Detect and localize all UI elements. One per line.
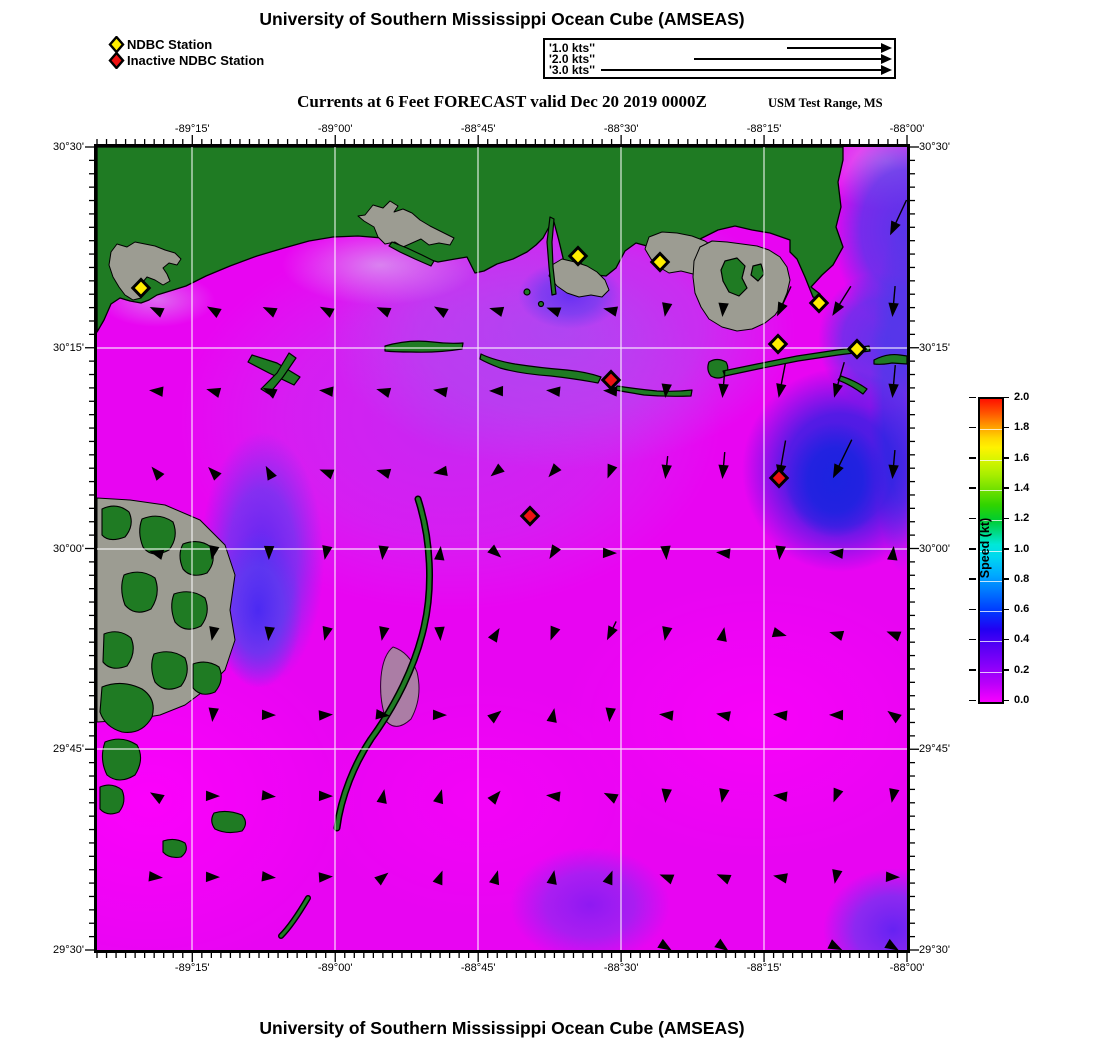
lon-tick-label-top: -88°15' (746, 123, 782, 135)
colorbar-tick (969, 457, 976, 459)
colorbar-tick-label: 1.8 (1014, 421, 1030, 434)
scale-arrow-line-2 (694, 58, 882, 60)
ship-island (384, 340, 464, 353)
scale-row-3: '3.0 kts'' (545, 64, 894, 76)
station-legend: NDBC Station Inactive NDBC Station (108, 35, 265, 69)
scale-arrow-line-3 (601, 69, 882, 71)
colorbar-tick-label: 2.0 (1014, 391, 1030, 403)
lon-tick-label-bottom: -89°00' (317, 962, 353, 974)
colorbar-tick (1002, 548, 1009, 550)
colorbar-division-line (980, 641, 1002, 643)
colorbar-tick (969, 638, 976, 641)
colorbar-tick (969, 578, 976, 580)
colorbar-tick-label: 1.4 (1014, 481, 1030, 494)
colorbar-division-line (980, 429, 1002, 431)
lon-tick-label-top: -89°00' (317, 123, 353, 135)
colorbar-tick (1002, 396, 1009, 398)
colorbar-tick (1002, 699, 1009, 701)
colorbar-tick (1002, 426, 1009, 429)
active-station-diamond-icon (108, 35, 125, 53)
colorbar-tick-label: 0.0 (1014, 694, 1030, 706)
legend-label-active: NDBC Station (127, 36, 213, 52)
lat-tick-label-left: 30°30' (53, 141, 84, 153)
colorbar-tick (969, 517, 976, 520)
footer-title: University of Southern Mississippi Ocean… (259, 1018, 745, 1038)
colorbar-tick-label: 0.4 (1014, 633, 1030, 646)
inactive-station-diamond-icon (108, 51, 125, 69)
lat-tick-label-right: 30°15' (919, 341, 950, 354)
scale-arrowhead-1 (881, 42, 892, 53)
colorbar-tick (969, 669, 976, 671)
lon-tick-label-bottom: -88°45' (460, 962, 496, 974)
lat-tick-label-left: 29°30' (53, 944, 84, 956)
colorbar-tick (1002, 669, 1009, 671)
lat-tick-label-right: 29°45' (919, 743, 950, 756)
forecast-plot-page: { "header": { "title": "University of So… (0, 0, 1100, 1050)
colorbar-tick (1002, 487, 1009, 489)
lon-tick-label-top: -89°15' (174, 123, 210, 135)
lon-tick-label-bottom: -88°30' (603, 962, 639, 974)
scale-arrow-line-1 (787, 47, 882, 49)
lon-tick-label-bottom: -88°00' (889, 962, 925, 974)
islet-2 (537, 300, 545, 308)
velocity-scale-box: '1.0 kts'' '2.0 kts'' '3.0 kts'' (543, 38, 896, 79)
lon-tick-label-top: -88°45' (460, 123, 496, 135)
lat-tick-label-right: 30°30' (919, 141, 950, 153)
colorbar-tick (969, 608, 976, 611)
colorbar-division-line (980, 611, 1002, 613)
colorbar-tick-label: 0.8 (1014, 572, 1030, 585)
legend-row-active: NDBC Station (108, 35, 264, 53)
scale-label-3: '3.0 kts'' (549, 63, 595, 77)
colorbar-tick (1002, 578, 1009, 580)
legend-label-inactive: Inactive NDBC Station (127, 52, 265, 68)
colorbar-tick (1002, 638, 1009, 641)
lon-tick-label-bottom: -89°15' (174, 962, 210, 974)
colorbar-tick-label: 0.2 (1014, 663, 1030, 676)
islet-1 (523, 288, 531, 296)
scale-arrowhead-3 (881, 64, 892, 75)
current-forecast-map (94, 144, 910, 953)
colorbar-tick (969, 426, 976, 429)
map-canvas (97, 147, 907, 950)
colorbar-tick (969, 548, 976, 550)
lat-tick-label-left: 30°00' (53, 542, 84, 555)
lon-tick-label-top: -88°00' (889, 123, 925, 135)
legend-row-inactive: Inactive NDBC Station (108, 51, 265, 69)
colorbar-tick (969, 699, 976, 701)
scale-arrowhead-2 (881, 53, 892, 64)
page-title: University of Southern Mississippi Ocean… (259, 9, 745, 29)
lat-tick-label-right: 29°30' (919, 944, 950, 956)
lon-tick-label-bottom: -88°15' (746, 962, 782, 974)
colorbar-division-line (980, 671, 1002, 673)
colorbar-tick (969, 396, 976, 398)
colorbar-tick-label: 0.6 (1014, 603, 1030, 616)
lon-tick-label-top: -88°30' (603, 123, 639, 135)
colorbar-tick-label: 1.0 (1014, 542, 1030, 555)
colorbar-tick (1002, 517, 1009, 520)
colorbar-tick-label: 1.2 (1014, 512, 1030, 525)
lat-tick-label-left: 29°45' (53, 743, 84, 756)
colorbar-tick (1002, 608, 1009, 611)
colorbar-title: Speed (kt) (978, 517, 992, 579)
region-label: USM Test Range, MS (768, 96, 883, 110)
colorbar-tick (969, 487, 976, 489)
colorbar-tick (1002, 457, 1009, 459)
colorbar-division-line (980, 459, 1002, 461)
lat-tick-label-left: 30°15' (53, 341, 84, 354)
colorbar-tick-label: 1.6 (1014, 451, 1030, 464)
